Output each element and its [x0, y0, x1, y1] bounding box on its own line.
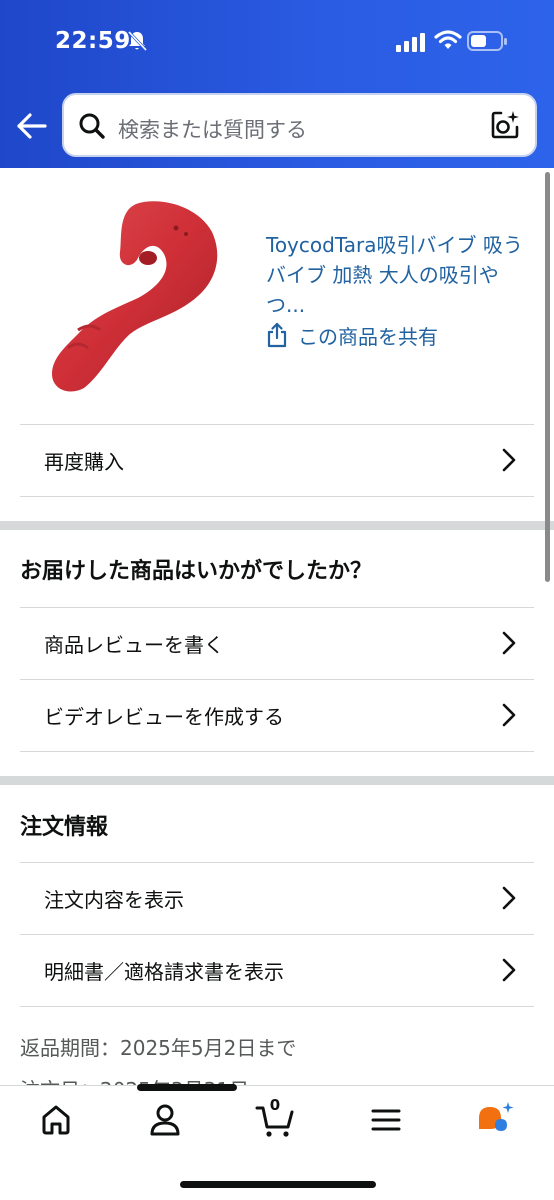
scrollbar[interactable] [545, 172, 550, 582]
video-review-label: ビデオレビューを作成する [44, 705, 284, 729]
video-review-row[interactable]: ビデオレビューを作成する [20, 679, 534, 751]
menu-icon[interactable] [366, 1100, 406, 1140]
share-label: この商品を共有 [298, 324, 438, 349]
buy-again-row[interactable]: 再度購入 [20, 424, 534, 496]
view-invoice-label: 明細書／適格請求書を表示 [44, 960, 284, 984]
view-invoice-row[interactable]: 明細書／適格請求書を表示 [20, 934, 534, 1006]
return-period-text: 返品期間：2025年5月2日まで [20, 1036, 297, 1060]
chevron-right-icon [502, 886, 516, 910]
buy-again-label: 再度購入 [44, 450, 124, 474]
section-separator [0, 521, 554, 530]
cart-button[interactable]: 0 [255, 1096, 295, 1140]
product-image[interactable] [48, 198, 218, 393]
back-arrow-icon[interactable] [14, 108, 50, 144]
bell-off-icon [127, 30, 148, 52]
write-review-row[interactable]: 商品レビューを書く [20, 607, 534, 679]
review-section-title: お届けした商品はいかがでしたか？ [20, 559, 373, 584]
app-header: 22:59 検索または質問する [0, 0, 554, 168]
home-icon[interactable] [36, 1100, 76, 1140]
product-title-link[interactable]: ToycodTara吸引バイブ 吸うバイブ 加熱 大人の吸引やつ... [266, 230, 526, 320]
chevron-right-icon [502, 631, 516, 655]
share-icon [267, 322, 287, 348]
divider [20, 751, 534, 752]
sheet-grabber[interactable] [137, 1084, 237, 1091]
view-order-label: 注文内容を表示 [44, 888, 184, 912]
account-icon[interactable] [145, 1100, 185, 1140]
chevron-right-icon [502, 958, 516, 982]
search-icon [79, 113, 105, 139]
signal-icon [396, 33, 425, 52]
section-separator [0, 776, 554, 785]
rufus-ai-icon[interactable] [475, 1100, 515, 1140]
status-time: 22:59 [55, 28, 131, 54]
search-placeholder: 検索または質問する [118, 118, 307, 142]
write-review-label: 商品レビューを書く [44, 633, 224, 657]
wifi-icon [434, 30, 462, 49]
view-order-row[interactable]: 注文内容を表示 [20, 862, 534, 934]
chevron-right-icon [502, 448, 516, 472]
home-indicator[interactable] [180, 1181, 376, 1188]
cart-count: 0 [269, 1096, 281, 1114]
search-input[interactable]: 検索または質問する [62, 93, 537, 157]
chevron-right-icon [502, 703, 516, 727]
divider [20, 1006, 534, 1007]
camera-lens-icon[interactable] [489, 109, 521, 141]
share-product-button[interactable]: この商品を共有 [266, 320, 438, 350]
battery-icon [467, 31, 507, 51]
divider [20, 496, 534, 497]
order-section-title: 注文情報 [20, 815, 109, 840]
